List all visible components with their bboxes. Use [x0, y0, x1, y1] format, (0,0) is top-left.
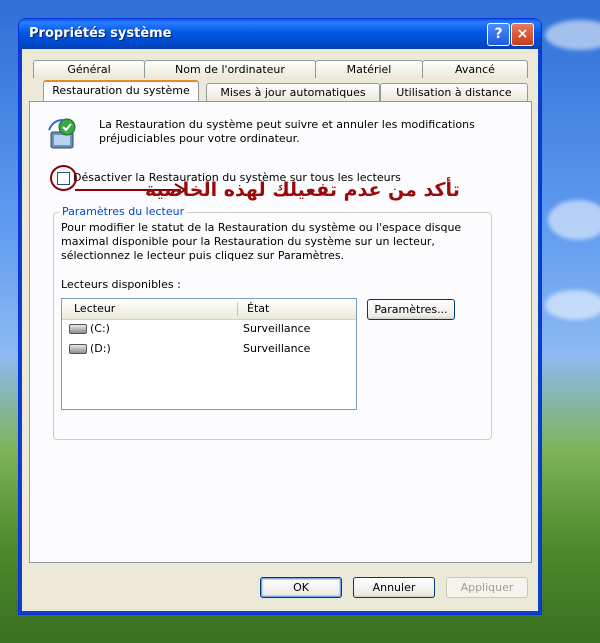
title-bar[interactable]: Propriétés système ? × — [19, 19, 541, 49]
desktop-cloud — [545, 290, 600, 320]
tab-general[interactable]: Général — [33, 60, 145, 78]
list-header: Lecteur État — [62, 299, 356, 320]
cancel-button[interactable]: Annuler — [353, 577, 435, 598]
hard-drive-icon — [69, 344, 87, 354]
tab-remote[interactable]: Utilisation à distance — [380, 83, 528, 101]
apply-button: Appliquer — [446, 577, 528, 598]
drive-state: Surveillance — [243, 322, 311, 335]
group-title: Paramètres du lecteur — [59, 205, 188, 218]
tab-computer-name[interactable]: Nom de l'ordinateur — [144, 60, 316, 78]
available-drives-label: Lecteurs disponibles : — [61, 278, 181, 291]
column-drive[interactable]: Lecteur — [74, 302, 115, 315]
desktop-cloud — [545, 20, 600, 50]
drive-name: (D:) — [90, 342, 111, 355]
drive-state: Surveillance — [243, 342, 311, 355]
help-button[interactable]: ? — [487, 23, 510, 46]
list-item[interactable]: (C:) Surveillance — [62, 320, 356, 338]
settings-button[interactable]: Paramètres... — [367, 299, 455, 320]
column-state[interactable]: État — [247, 302, 269, 315]
group-description: Pour modifier le statut de la Restaurati… — [61, 221, 462, 262]
drive-name: (C:) — [90, 322, 110, 335]
ok-button[interactable]: OK — [260, 577, 342, 598]
drives-list[interactable]: Lecteur État (C:) Surveillance (D:) Surv… — [61, 298, 357, 410]
tab-advanced[interactable]: Avancé — [422, 60, 528, 78]
window-title: Propriétés système — [29, 26, 172, 41]
intro-text: La Restauration du système peut suivre e… — [99, 118, 475, 145]
list-item[interactable]: (D:) Surveillance — [62, 340, 356, 358]
tab-automatic-updates[interactable]: Mises à jour automatiques — [206, 83, 380, 101]
hard-drive-icon — [69, 324, 87, 334]
tab-hardware[interactable]: Matériel — [315, 60, 423, 78]
system-properties-window: Propriétés système ? × Général Nom de l'… — [18, 18, 542, 615]
close-button[interactable]: × — [511, 23, 534, 46]
annotation-text: تأكد من عدم تفعيلك لهذه الخاصية — [145, 179, 460, 201]
system-restore-icon — [48, 118, 76, 149]
tab-system-restore[interactable]: Restauration du système — [43, 80, 199, 101]
desktop-cloud — [548, 200, 600, 240]
column-separator[interactable] — [237, 302, 238, 316]
